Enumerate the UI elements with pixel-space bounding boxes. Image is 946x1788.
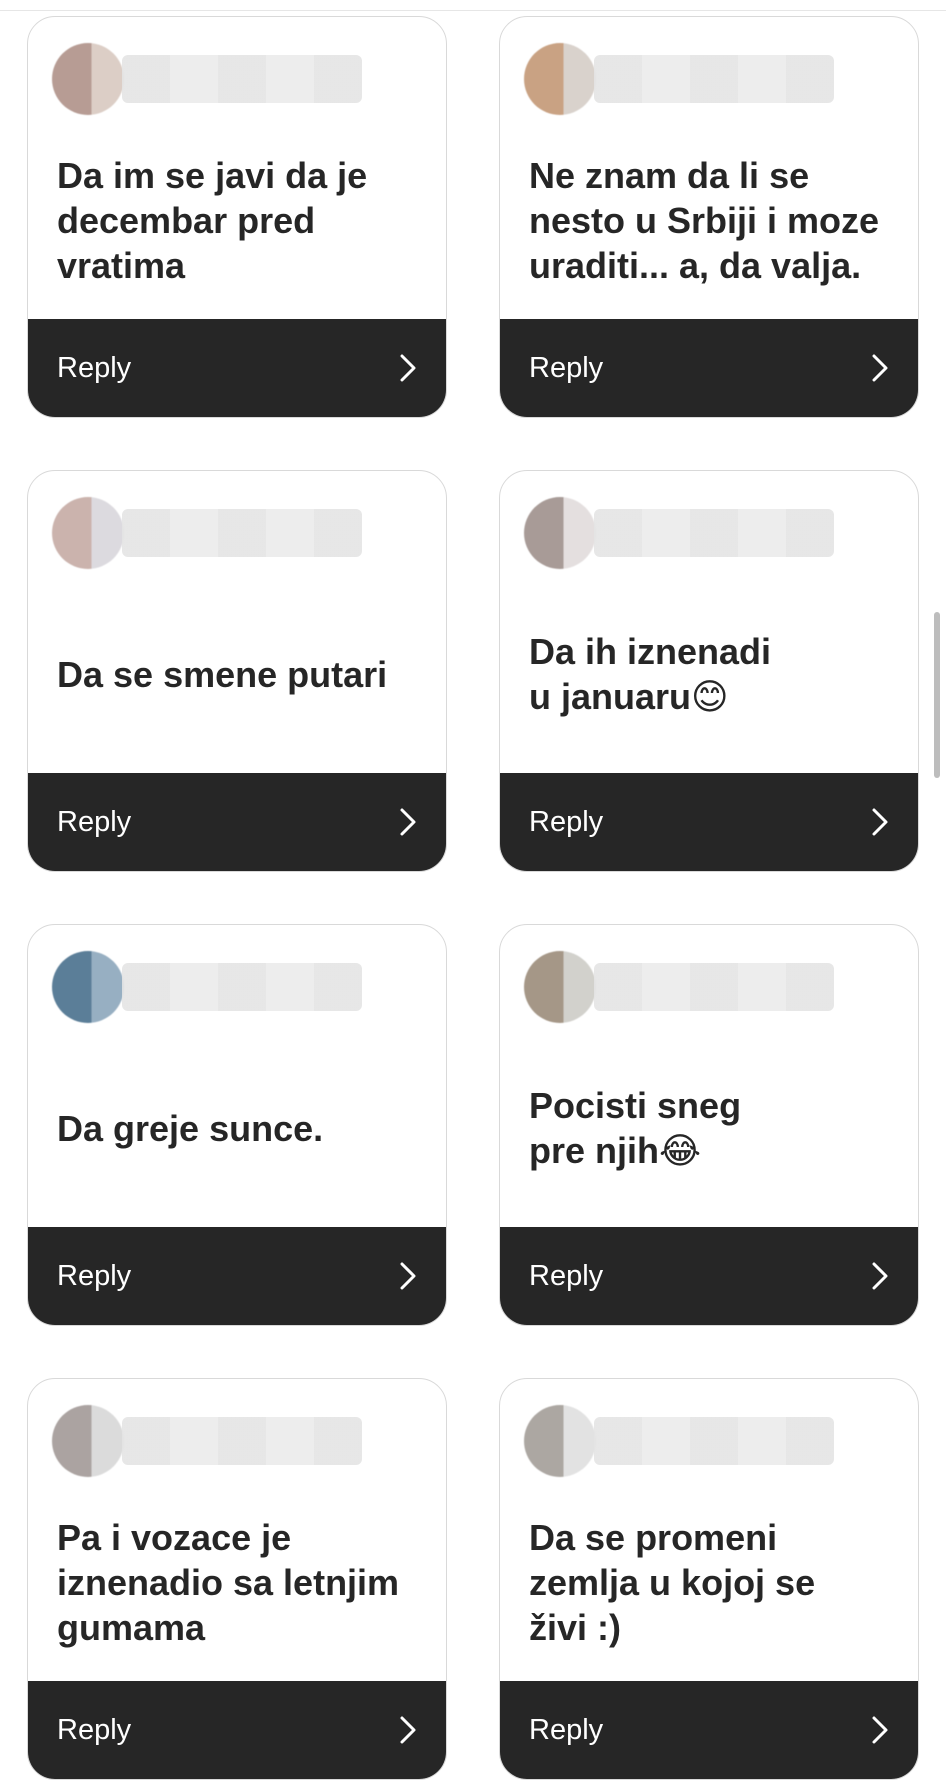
avatar bbox=[524, 497, 596, 569]
reply-button[interactable]: Reply bbox=[28, 773, 446, 871]
card-content: Da se promeni zemlja u kojoj se živi :) bbox=[500, 1379, 918, 1681]
avatar bbox=[524, 43, 596, 115]
reply-button[interactable]: Reply bbox=[28, 319, 446, 417]
author-row bbox=[524, 41, 834, 117]
chevron-right-icon bbox=[872, 808, 888, 836]
blurred-username bbox=[122, 963, 362, 1011]
chevron-right-icon bbox=[872, 1262, 888, 1290]
author-row bbox=[52, 949, 362, 1025]
blurred-username bbox=[122, 509, 362, 557]
chevron-right-icon bbox=[400, 808, 416, 836]
response-card: Pocisti sneg pre njih😂 Reply bbox=[499, 924, 919, 1326]
response-card: Da greje sunce. Reply bbox=[27, 924, 447, 1326]
response-text: Pocisti sneg pre njih😂 bbox=[529, 1085, 742, 1171]
response-card: Pa i vozace je iznenadio sa letnjim guma… bbox=[27, 1378, 447, 1780]
avatar bbox=[524, 1405, 596, 1477]
author-row bbox=[524, 1403, 834, 1479]
reply-button[interactable]: Reply bbox=[28, 1681, 446, 1779]
response-card: Da se smene putari Reply bbox=[27, 470, 447, 872]
avatar bbox=[52, 497, 124, 569]
reply-label: Reply bbox=[529, 351, 604, 384]
blurred-username bbox=[122, 1417, 362, 1465]
reply-label: Reply bbox=[57, 805, 132, 838]
response-card: Ne znam da li se nesto u Srbiji i moze u… bbox=[499, 16, 919, 418]
avatar bbox=[524, 951, 596, 1023]
blurred-username bbox=[594, 1417, 834, 1465]
author-row bbox=[52, 495, 362, 571]
author-row bbox=[524, 949, 834, 1025]
reply-label: Reply bbox=[529, 1713, 604, 1746]
reply-label: Reply bbox=[529, 1259, 604, 1292]
response-text: Da greje sunce. bbox=[57, 1107, 324, 1149]
response-text: Pa i vozace je iznenadio sa letnjim guma… bbox=[57, 1516, 400, 1648]
reply-label: Reply bbox=[57, 351, 132, 384]
card-content: Da ih iznenadi u januaru😊 bbox=[500, 471, 918, 773]
reply-button[interactable]: Reply bbox=[500, 319, 918, 417]
reply-label: Reply bbox=[529, 805, 604, 838]
card-content: Pocisti sneg pre njih😂 bbox=[500, 925, 918, 1227]
card-content: Pa i vozace je iznenadio sa letnjim guma… bbox=[28, 1379, 446, 1681]
author-row bbox=[52, 41, 362, 117]
card-content: Da greje sunce. bbox=[28, 925, 446, 1227]
response-card: Da im se javi da je decembar pred vratim… bbox=[27, 16, 447, 418]
card-content: Da im se javi da je decembar pred vratim… bbox=[28, 17, 446, 319]
chevron-right-icon bbox=[400, 1262, 416, 1290]
chevron-right-icon bbox=[872, 1716, 888, 1744]
chevron-right-icon bbox=[872, 354, 888, 382]
blurred-username bbox=[594, 509, 834, 557]
avatar bbox=[52, 43, 124, 115]
avatar bbox=[52, 1405, 124, 1477]
card-content: Da se smene putari bbox=[28, 471, 446, 773]
response-card: Da se promeni zemlja u kojoj se živi :) … bbox=[499, 1378, 919, 1780]
top-divider bbox=[0, 10, 946, 11]
reply-button[interactable]: Reply bbox=[500, 1227, 918, 1325]
response-text: Da ih iznenadi u januaru😊 bbox=[529, 631, 772, 717]
reply-button[interactable]: Reply bbox=[28, 1227, 446, 1325]
chevron-right-icon bbox=[400, 354, 416, 382]
chevron-right-icon bbox=[400, 1716, 416, 1744]
card-content: Ne znam da li se nesto u Srbiji i moze u… bbox=[500, 17, 918, 319]
blurred-username bbox=[594, 963, 834, 1011]
blurred-username bbox=[122, 55, 362, 103]
reply-button[interactable]: Reply bbox=[500, 1681, 918, 1779]
avatar bbox=[52, 951, 124, 1023]
response-text: Da se smene putari bbox=[57, 653, 388, 695]
response-card: Da ih iznenadi u januaru😊 Reply bbox=[499, 470, 919, 872]
reply-button[interactable]: Reply bbox=[500, 773, 918, 871]
response-text: Da se promeni zemlja u kojoj se živi :) bbox=[529, 1516, 816, 1648]
response-text: Da im se javi da je decembar pred vratim… bbox=[57, 154, 368, 286]
reply-label: Reply bbox=[57, 1713, 132, 1746]
scrollbar[interactable] bbox=[934, 612, 940, 778]
reply-label: Reply bbox=[57, 1259, 132, 1292]
author-row bbox=[524, 495, 834, 571]
author-row bbox=[52, 1403, 362, 1479]
response-text: Ne znam da li se nesto u Srbiji i moze u… bbox=[529, 154, 880, 286]
reply-cards-grid: Da im se javi da je decembar pred vratim… bbox=[27, 16, 919, 1780]
blurred-username bbox=[594, 55, 834, 103]
